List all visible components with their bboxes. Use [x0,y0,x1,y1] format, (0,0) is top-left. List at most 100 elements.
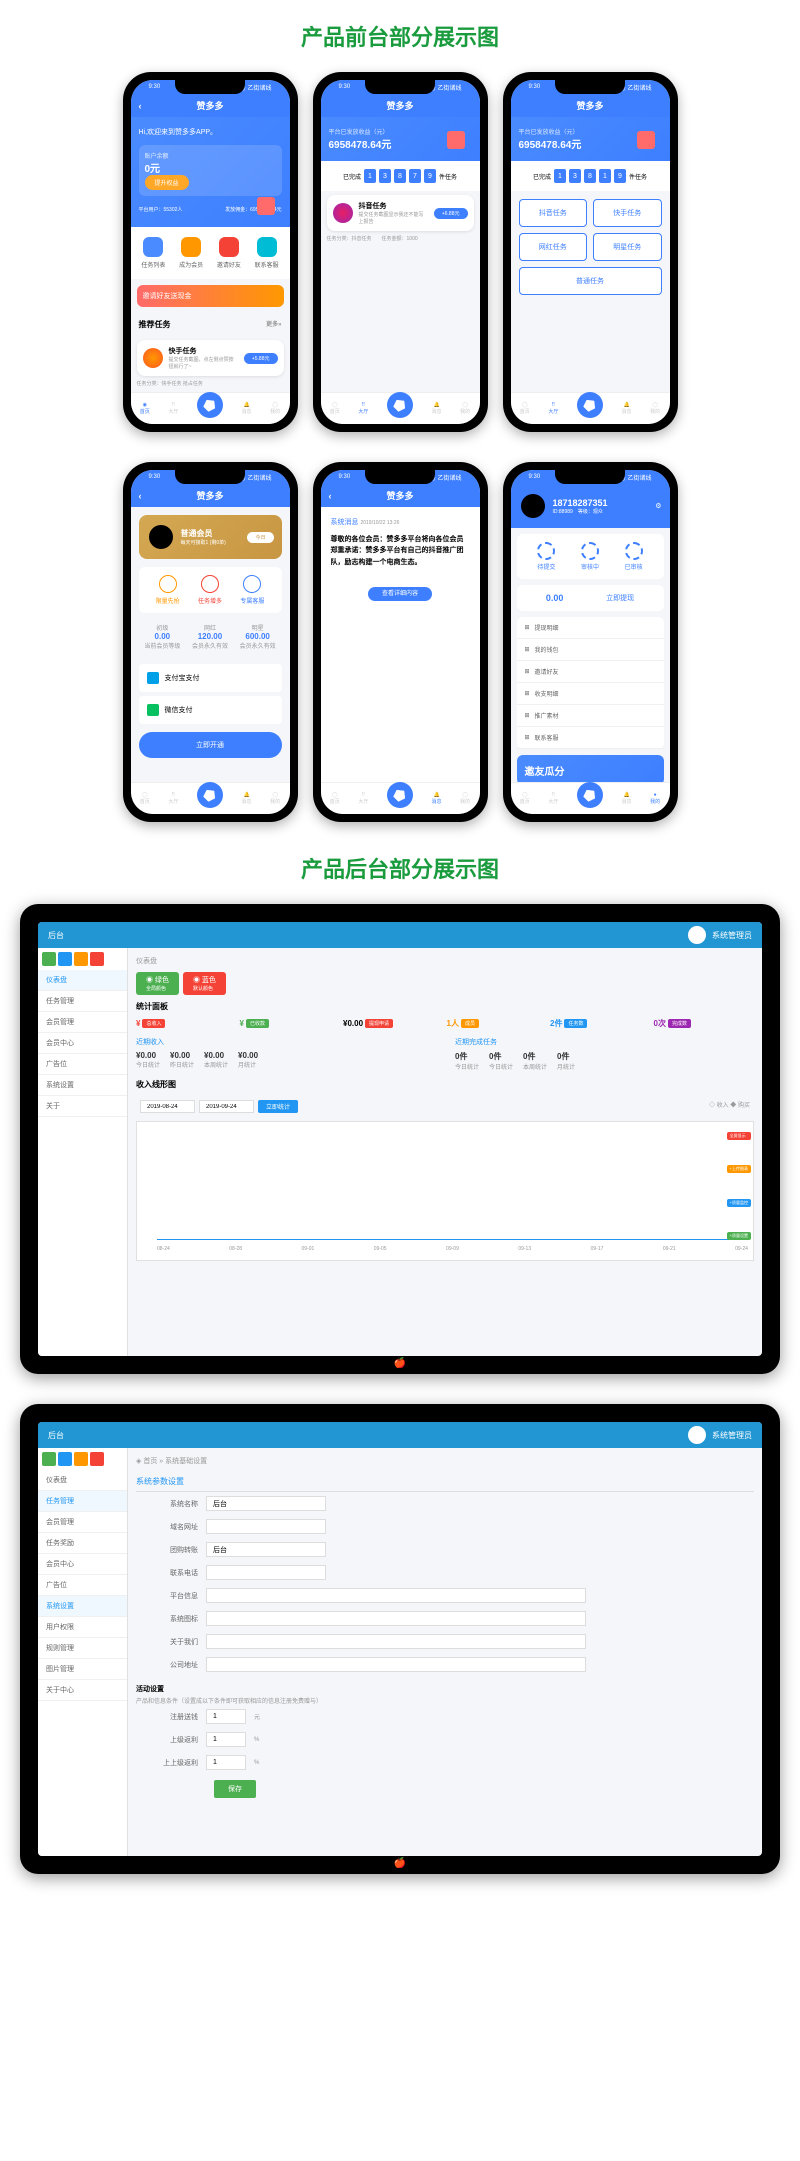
nav-hall[interactable]: ⠿大厅 [358,402,368,415]
input-info[interactable] [206,1588,586,1603]
nav-msg[interactable]: 🔔消息 [622,402,632,415]
side-item[interactable]: 任务奖励 [38,1533,127,1554]
nav-hall[interactable]: ⠿大厅 [168,792,178,805]
nav-msg[interactable]: 🔔消息 [432,792,442,805]
input-transfer[interactable] [206,1542,326,1557]
side-item[interactable]: 任务管理 [38,1491,127,1512]
menu-support[interactable]: ⊞ 联系客服 [517,727,664,749]
input-icon[interactable] [206,1611,586,1626]
invite-banner[interactable]: 邀请好友送现金 [137,285,284,307]
side-item[interactable]: 关于中心 [38,1680,127,1701]
reviewed[interactable]: 已审核 [625,542,643,571]
nav-home[interactable]: ◯首页 [520,792,530,805]
theme-blue[interactable]: ◉ 蓝色默认颜色 [183,972,226,995]
menu-wallet[interactable]: ⊞ 我的钱包 [517,639,664,661]
chart-tag[interactable]: 全屏显示 [727,1132,751,1140]
nav-msg[interactable]: 🔔消息 [242,402,252,415]
tool-blue[interactable] [58,1452,72,1466]
price-basic[interactable]: 初级0.00当前会员等级 [144,623,180,650]
price-mingxing[interactable]: 明星600.00会员永久有效 [240,623,276,650]
side-item[interactable]: 仪表盘 [38,1470,127,1491]
today-badge[interactable]: 今日 [247,532,273,543]
nav-msg[interactable]: 🔔消息 [242,792,252,805]
avatar-icon[interactable] [521,494,545,518]
nav-center-diamond[interactable] [197,782,223,808]
nav-center-diamond[interactable] [577,392,603,418]
cat-douyin[interactable]: 抖音任务 [519,199,588,227]
price-wanghong[interactable]: 网红120.00会员永久有效 [192,623,228,650]
admin-user[interactable]: 系统管理员 [712,1430,752,1441]
menu-invite[interactable]: ⊞ 邀请好友 [517,661,664,683]
nav-center-diamond[interactable] [387,782,413,808]
side-item[interactable]: 广告位 [38,1575,127,1596]
nav-msg[interactable]: 🔔消息 [622,792,632,805]
side-about[interactable]: 关于 [38,1096,127,1117]
more-link[interactable]: 更多» [266,319,281,330]
nav-home[interactable]: ◯首页 [140,792,150,805]
reviewing[interactable]: 审核中 [581,542,599,571]
side-ads[interactable]: 广告位 [38,1054,127,1075]
task-card-kuaishou[interactable]: 快手任务提交任务截图，点左侧点赞按钮就行了~ +5.88元 [137,340,284,376]
date-to-input[interactable] [199,1100,254,1113]
nav-hall[interactable]: ⠿大厅 [548,402,558,415]
side-item[interactable]: 系统设置 [38,1596,127,1617]
tool-green[interactable] [42,952,56,966]
withdraw-button[interactable]: 立即提现 [606,593,634,603]
nav-home[interactable]: ◯首页 [330,402,340,415]
nav-me[interactable]: ◯我的 [270,792,280,805]
tool-orange[interactable] [74,952,88,966]
nav-hall[interactable]: ⠿大厅 [358,792,368,805]
back-icon[interactable]: ‹ [139,101,142,111]
nav-tasklist[interactable]: 任务列表 [141,237,165,269]
back-icon[interactable]: ‹ [139,491,142,501]
side-dashboard[interactable]: 仪表盘 [38,970,127,991]
nav-center-diamond[interactable] [197,392,223,418]
nav-msg[interactable]: 🔔消息 [432,402,442,415]
input-phone[interactable] [206,1565,326,1580]
theme-green[interactable]: ◉ 绿色全局颜色 [136,972,179,995]
side-tasks[interactable]: 任务管理 [38,991,127,1012]
input-domain[interactable] [206,1519,326,1534]
chart-tag[interactable]: +质量监控 [727,1199,751,1207]
input-about[interactable] [206,1634,586,1649]
input-l2-rebate[interactable] [206,1755,246,1770]
nav-center-diamond[interactable] [387,392,413,418]
gear-icon[interactable]: ⚙ [655,502,661,510]
nav-home[interactable]: ◉首页 [140,402,150,415]
chart-tag[interactable]: +上传图表 [727,1165,751,1173]
menu-withdraw-log[interactable]: ⊞ 提现明细 [517,617,664,639]
nav-invite[interactable]: 邀请好友 [217,237,241,269]
nav-me[interactable]: ●我的 [650,792,660,805]
nav-hall[interactable]: ⠿大厅 [168,402,178,415]
nav-me[interactable]: ◯我的 [650,402,660,415]
nav-me[interactable]: ◯我的 [270,402,280,415]
admin-avatar[interactable] [688,926,706,944]
nav-home[interactable]: ◯首页 [520,402,530,415]
settings-tab[interactable]: 系统参数设置 [136,1472,754,1492]
input-sysname[interactable] [206,1496,326,1511]
task-card-douyin[interactable]: 抖音任务提交任务截图显示我还不能写上报告 +6.88元 [327,195,474,231]
tool-orange[interactable] [74,1452,88,1466]
nav-support[interactable]: 联系客服 [255,237,279,269]
nav-hall[interactable]: ⠿大厅 [548,792,558,805]
save-button[interactable]: 保存 [214,1780,256,1798]
pending-submit[interactable]: 待提交 [537,542,555,571]
side-item[interactable]: 用户权限 [38,1617,127,1638]
input-address[interactable] [206,1657,586,1672]
input-l1-rebate[interactable] [206,1732,246,1747]
upgrade-button[interactable]: 提升权益 [145,175,189,190]
invite-banner[interactable]: 邀友瓜分 [517,755,664,785]
task-reward-button[interactable]: +6.88元 [434,208,468,219]
cat-kuaishou[interactable]: 快手任务 [593,199,662,227]
side-item[interactable]: 规则管理 [38,1638,127,1659]
nav-center-diamond[interactable] [577,782,603,808]
nav-member[interactable]: 成为会员 [179,237,203,269]
side-center[interactable]: 会员中心 [38,1033,127,1054]
tool-red[interactable] [90,952,104,966]
task-reward-button[interactable]: +5.88元 [244,353,278,364]
admin-avatar[interactable] [688,1426,706,1444]
back-icon[interactable]: ‹ [329,491,332,501]
input-reg-bonus[interactable] [206,1709,246,1724]
admin-user[interactable]: 系统管理员 [712,930,752,941]
nav-me[interactable]: ◯我的 [460,792,470,805]
